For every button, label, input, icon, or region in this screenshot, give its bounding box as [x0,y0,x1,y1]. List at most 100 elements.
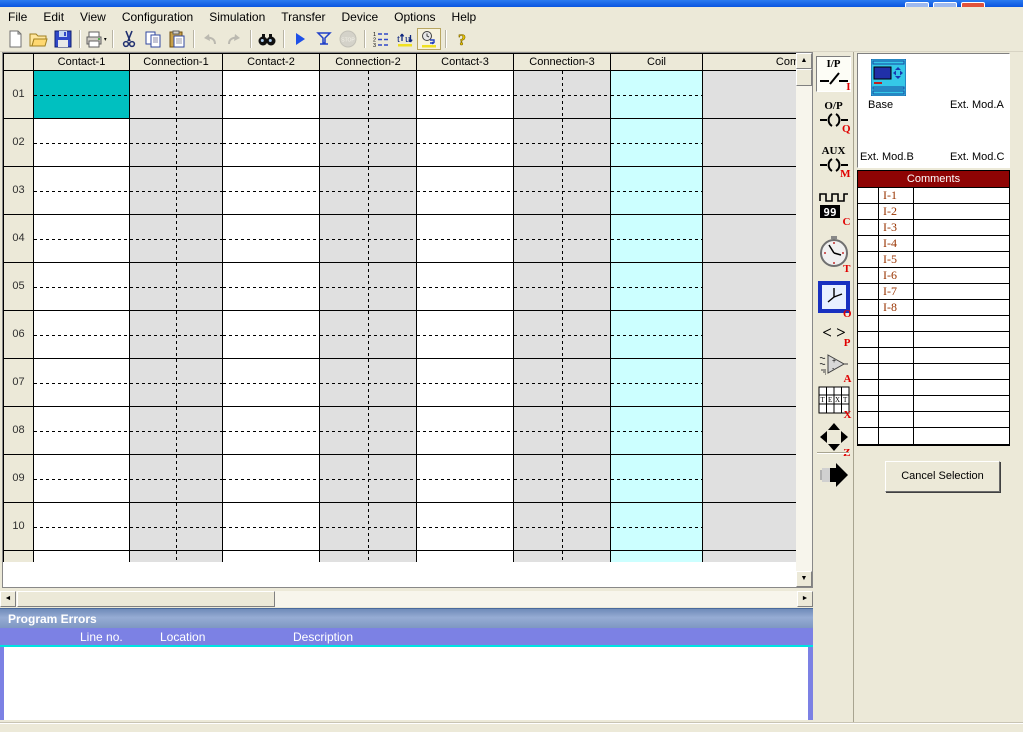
grid-cell[interactable] [320,119,417,167]
vertical-scrollbar[interactable]: ▲ ▼ [796,53,812,587]
grid-cell[interactable] [130,71,223,119]
grid-cell[interactable] [34,263,130,311]
grid-cell[interactable] [611,263,703,311]
grid-cell[interactable] [417,119,514,167]
grid-cell[interactable] [320,215,417,263]
grid-cell[interactable] [417,359,514,407]
grid-cell[interactable] [611,455,703,503]
cancel-selection-button[interactable]: Cancel Selection [885,461,1000,492]
instruction-analog[interactable]: +-A [816,352,851,381]
comment-select-cell[interactable] [858,188,879,203]
grid-cell[interactable] [611,311,703,359]
paste-icon[interactable] [165,28,189,50]
grid-cell[interactable] [130,263,223,311]
grid-cell[interactable] [34,407,130,455]
grid-cell[interactable] [130,167,223,215]
comment-row[interactable]: I-8 [858,300,1009,316]
convert-icon[interactable]: tu [393,28,417,50]
menu-view[interactable]: View [72,8,114,26]
grid-cell[interactable] [320,167,417,215]
grid-cell[interactable] [34,119,130,167]
grid-cell[interactable] [514,359,611,407]
instruction-keypad-keys[interactable]: Z [816,422,851,455]
grid-cell[interactable] [514,119,611,167]
grid-cell[interactable] [514,455,611,503]
comment-text-cell[interactable] [914,188,1009,203]
list-icon[interactable]: 123 [369,28,393,50]
grid-cell[interactable] [514,71,611,119]
comment-select-cell[interactable] [858,236,879,251]
grid-cell[interactable] [417,455,514,503]
grid-cell[interactable] [320,551,417,562]
grid-cell[interactable] [130,119,223,167]
grid-cell[interactable] [223,263,320,311]
comment-text-cell[interactable] [914,348,1009,363]
grid-cell[interactable] [514,215,611,263]
monitor-icon[interactable] [312,28,336,50]
menu-configuration[interactable]: Configuration [114,8,201,26]
instruction-output-coil[interactable]: O/PQ [816,101,851,131]
grid-cell[interactable] [320,311,417,359]
grid-cell[interactable] [320,359,417,407]
grid-cell[interactable] [223,71,320,119]
grid-cell[interactable] [514,263,611,311]
menu-transfer[interactable]: Transfer [273,8,333,26]
scroll-down-button[interactable]: ▼ [796,571,812,587]
grid-cell[interactable] [223,551,320,562]
open-icon[interactable] [27,28,51,50]
grid-cell[interactable] [130,551,223,562]
cut-icon[interactable] [117,28,141,50]
horizontal-scroll-thumb[interactable] [17,591,275,607]
instruction-next-page[interactable] [816,462,851,491]
comment-select-cell[interactable] [858,204,879,219]
grid-cell[interactable] [223,167,320,215]
grid-cell[interactable] [417,407,514,455]
comment-row[interactable] [858,396,1009,412]
new-icon[interactable] [3,28,27,50]
comment-row[interactable] [858,364,1009,380]
comment-row[interactable] [858,332,1009,348]
instruction-hmi-text[interactable]: TEXTX [816,386,851,417]
grid-cell[interactable] [34,503,130,551]
grid-cell[interactable] [320,263,417,311]
grid-cell[interactable] [417,551,514,562]
instruction-counter[interactable]: 99C [816,191,851,224]
menu-help[interactable]: Help [444,8,485,26]
grid-cell[interactable] [130,311,223,359]
scroll-left-button[interactable]: ◄ [0,591,16,607]
comment-row[interactable]: I-4 [858,236,1009,252]
grid-cell[interactable] [223,407,320,455]
grid-cell[interactable] [417,167,514,215]
grid-cell[interactable] [514,167,611,215]
comment-row[interactable] [858,412,1009,428]
module-slot-ext-a[interactable]: Ext. Mod.A [950,99,1004,111]
grid-cell[interactable] [417,263,514,311]
comment-select-cell[interactable] [858,284,879,299]
grid-cell[interactable] [34,359,130,407]
grid-cell[interactable] [320,407,417,455]
grid-cell[interactable] [417,311,514,359]
comment-select-cell[interactable] [858,332,879,347]
comment-row[interactable] [858,428,1009,444]
grid-cell[interactable] [223,215,320,263]
comment-select-cell[interactable] [858,428,879,444]
comment-select-cell[interactable] [858,316,879,331]
comment-select-cell[interactable] [858,380,879,395]
grid-cell[interactable] [34,311,130,359]
menu-device[interactable]: Device [333,8,386,26]
comment-select-cell[interactable] [858,412,879,427]
grid-cell[interactable] [223,311,320,359]
comment-row[interactable] [858,348,1009,364]
grid-cell[interactable] [130,215,223,263]
grid-cell[interactable] [611,119,703,167]
grid-cell[interactable] [514,551,611,562]
grid-cell[interactable] [130,359,223,407]
comment-text-cell[interactable] [914,412,1009,427]
instruction-compare[interactable]: < >P [816,322,851,345]
comment-row[interactable]: I-1 [858,188,1009,204]
comment-text-cell[interactable] [914,284,1009,299]
comment-select-cell[interactable] [858,220,879,235]
comment-select-cell[interactable] [858,348,879,363]
comment-row[interactable]: I-7 [858,284,1009,300]
comment-select-cell[interactable] [858,364,879,379]
